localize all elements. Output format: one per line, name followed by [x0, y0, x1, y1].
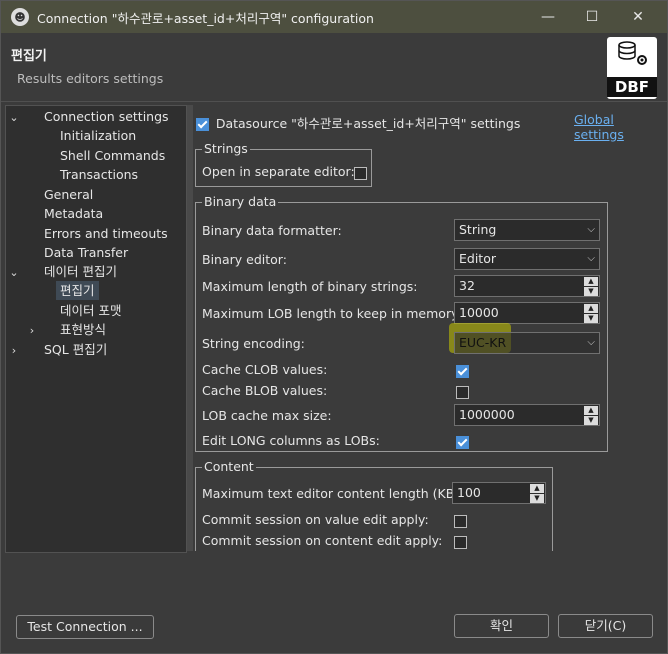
tree-item-editor-selected[interactable]: 편집기: [56, 281, 99, 300]
lob-cache-size-value: 1000000: [459, 407, 515, 422]
close-window-button[interactable]: ✕: [615, 1, 661, 33]
strings-group-title: Strings: [202, 141, 250, 156]
spin-down-icon[interactable]: ▼: [530, 494, 544, 503]
cache-blob-checkbox[interactable]: [456, 386, 469, 399]
page-header: 편집기 Results editors settings DBF: [1, 33, 667, 101]
max-lob-length-label: Maximum LOB length to keep in memory:: [202, 306, 462, 321]
tree-item-presentation[interactable]: 표현방식: [60, 320, 106, 339]
max-text-content-spinner[interactable]: 100 ▲ ▼: [452, 482, 546, 504]
open-separate-editor-checkbox[interactable]: [354, 167, 367, 180]
chevron-down-icon[interactable]: ⌄: [8, 263, 20, 282]
content-group-title: Content: [202, 459, 256, 474]
max-text-content-value: 100: [457, 485, 481, 500]
commit-on-content-edit-label: Commit session on content edit apply:: [202, 533, 443, 548]
open-separate-editor-label: Open in separate editor:: [202, 164, 355, 179]
settings-tree: ⌄ Connection settings Initialization She…: [5, 105, 187, 553]
binary-editor-label: Binary editor:: [202, 252, 287, 267]
commit-on-value-edit-checkbox[interactable]: [454, 515, 467, 528]
page-title: 편집기: [11, 49, 47, 64]
binary-formatter-value: String: [459, 222, 497, 237]
cache-clob-checkbox[interactable]: [456, 365, 469, 378]
string-encoding-select[interactable]: EUC-KR ⌵: [454, 332, 600, 354]
tree-item-data-format[interactable]: 데이터 포맷: [60, 301, 121, 320]
window-title: Connection "하수관로+asset_id+처리구역" configur…: [37, 10, 374, 26]
chevron-right-icon[interactable]: ›: [8, 341, 20, 360]
max-binary-length-spinner[interactable]: 32 ▲ ▼: [454, 275, 600, 297]
spin-up-icon[interactable]: ▲: [584, 406, 598, 415]
tree-item-transactions[interactable]: Transactions: [60, 165, 138, 184]
tree-item-general[interactable]: General: [44, 185, 93, 204]
chevron-down-icon[interactable]: ⌄: [8, 108, 20, 127]
gear-icon: [637, 55, 647, 65]
spin-up-icon[interactable]: ▲: [584, 277, 598, 286]
test-connection-button[interactable]: Test Connection ...: [16, 615, 154, 639]
title-bar: ☻ Connection "하수관로+asset_id+처리구역" config…: [1, 1, 667, 33]
commit-on-content-edit-checkbox[interactable]: [454, 536, 467, 549]
tree-item-data-transfer[interactable]: Data Transfer: [44, 243, 128, 262]
chevron-down-icon: ⌵: [587, 337, 595, 348]
global-settings-link[interactable]: Global settings: [574, 112, 665, 142]
spin-up-icon[interactable]: ▲: [530, 484, 544, 493]
chevron-down-icon: ⌵: [587, 224, 595, 235]
minimize-button[interactable]: —: [525, 1, 571, 33]
dbf-logo-icon: DBF: [607, 37, 657, 99]
dbf-logo-text: DBF: [607, 77, 657, 97]
edit-long-as-lob-label: Edit LONG columns as LOBs:: [202, 433, 380, 448]
app-icon: ☻: [11, 8, 29, 26]
lob-cache-size-label: LOB cache max size:: [202, 408, 332, 423]
max-lob-length-spinner[interactable]: 10000 ▲ ▼: [454, 302, 600, 324]
strings-group: Strings Open in separate editor:: [195, 141, 372, 187]
binary-editor-select[interactable]: Editor ⌵: [454, 248, 600, 270]
tree-item-initialization[interactable]: Initialization: [60, 126, 136, 145]
close-dialog-button[interactable]: 닫기(C): [558, 614, 653, 638]
spin-down-icon[interactable]: ▼: [584, 287, 598, 296]
binary-editor-value: Editor: [459, 251, 496, 266]
datasource-settings-label: Datasource "하수관로+asset_id+처리구역" settings: [215, 116, 521, 131]
datasource-settings-row: Datasource "하수관로+asset_id+처리구역" settings: [196, 113, 520, 132]
header-divider: [1, 101, 667, 102]
database-icon: [618, 41, 636, 60]
tree-item-connection-settings[interactable]: Connection settings: [44, 107, 169, 126]
tree-item-data-editor[interactable]: 데이터 편집기: [44, 262, 117, 281]
max-binary-length-value: 32: [459, 278, 475, 293]
tree-item-metadata[interactable]: Metadata: [44, 204, 103, 223]
chevron-down-icon: ⌵: [587, 253, 595, 264]
maximize-button[interactable]: ☐: [569, 1, 615, 33]
binary-data-group: Binary data Binary data formatter: Strin…: [195, 194, 608, 452]
ok-button[interactable]: 확인: [454, 614, 549, 638]
chevron-right-icon[interactable]: ›: [26, 321, 38, 340]
edit-long-as-lob-checkbox[interactable]: [456, 436, 469, 449]
binary-formatter-label: Binary data formatter:: [202, 223, 342, 238]
string-encoding-value: EUC-KR: [459, 335, 507, 350]
tree-item-sql-editor[interactable]: SQL 편집기: [44, 340, 107, 359]
spin-down-icon[interactable]: ▼: [584, 416, 598, 425]
lob-cache-size-spinner[interactable]: 1000000 ▲ ▼: [454, 404, 600, 426]
max-text-content-label: Maximum text editor content length (KB):: [202, 486, 464, 501]
tree-item-shell-commands[interactable]: Shell Commands: [60, 146, 165, 165]
cache-clob-label: Cache CLOB values:: [202, 362, 328, 377]
settings-content: Datasource "하수관로+asset_id+처리구역" settings…: [193, 105, 665, 551]
cache-blob-label: Cache BLOB values:: [202, 383, 328, 398]
tree-item-errors-timeouts[interactable]: Errors and timeouts: [44, 224, 168, 243]
max-lob-length-value: 10000: [459, 305, 499, 320]
binary-formatter-select[interactable]: String ⌵: [454, 219, 600, 241]
spin-up-icon[interactable]: ▲: [584, 304, 598, 313]
content-group: Content Maximum text editor content leng…: [195, 459, 553, 551]
datasource-settings-checkbox[interactable]: [196, 118, 209, 131]
commit-on-value-edit-label: Commit session on value edit apply:: [202, 512, 429, 527]
string-encoding-label: String encoding:: [202, 336, 305, 351]
binary-data-group-title: Binary data: [202, 194, 279, 209]
dialog-footer: Test Connection ... 확인 닫기(C): [1, 553, 667, 653]
spin-down-icon[interactable]: ▼: [584, 314, 598, 323]
page-subtitle: Results editors settings: [17, 71, 164, 86]
dialog-window: ☻ Connection "하수관로+asset_id+처리구역" config…: [0, 0, 668, 654]
max-binary-length-label: Maximum length of binary strings:: [202, 279, 418, 294]
